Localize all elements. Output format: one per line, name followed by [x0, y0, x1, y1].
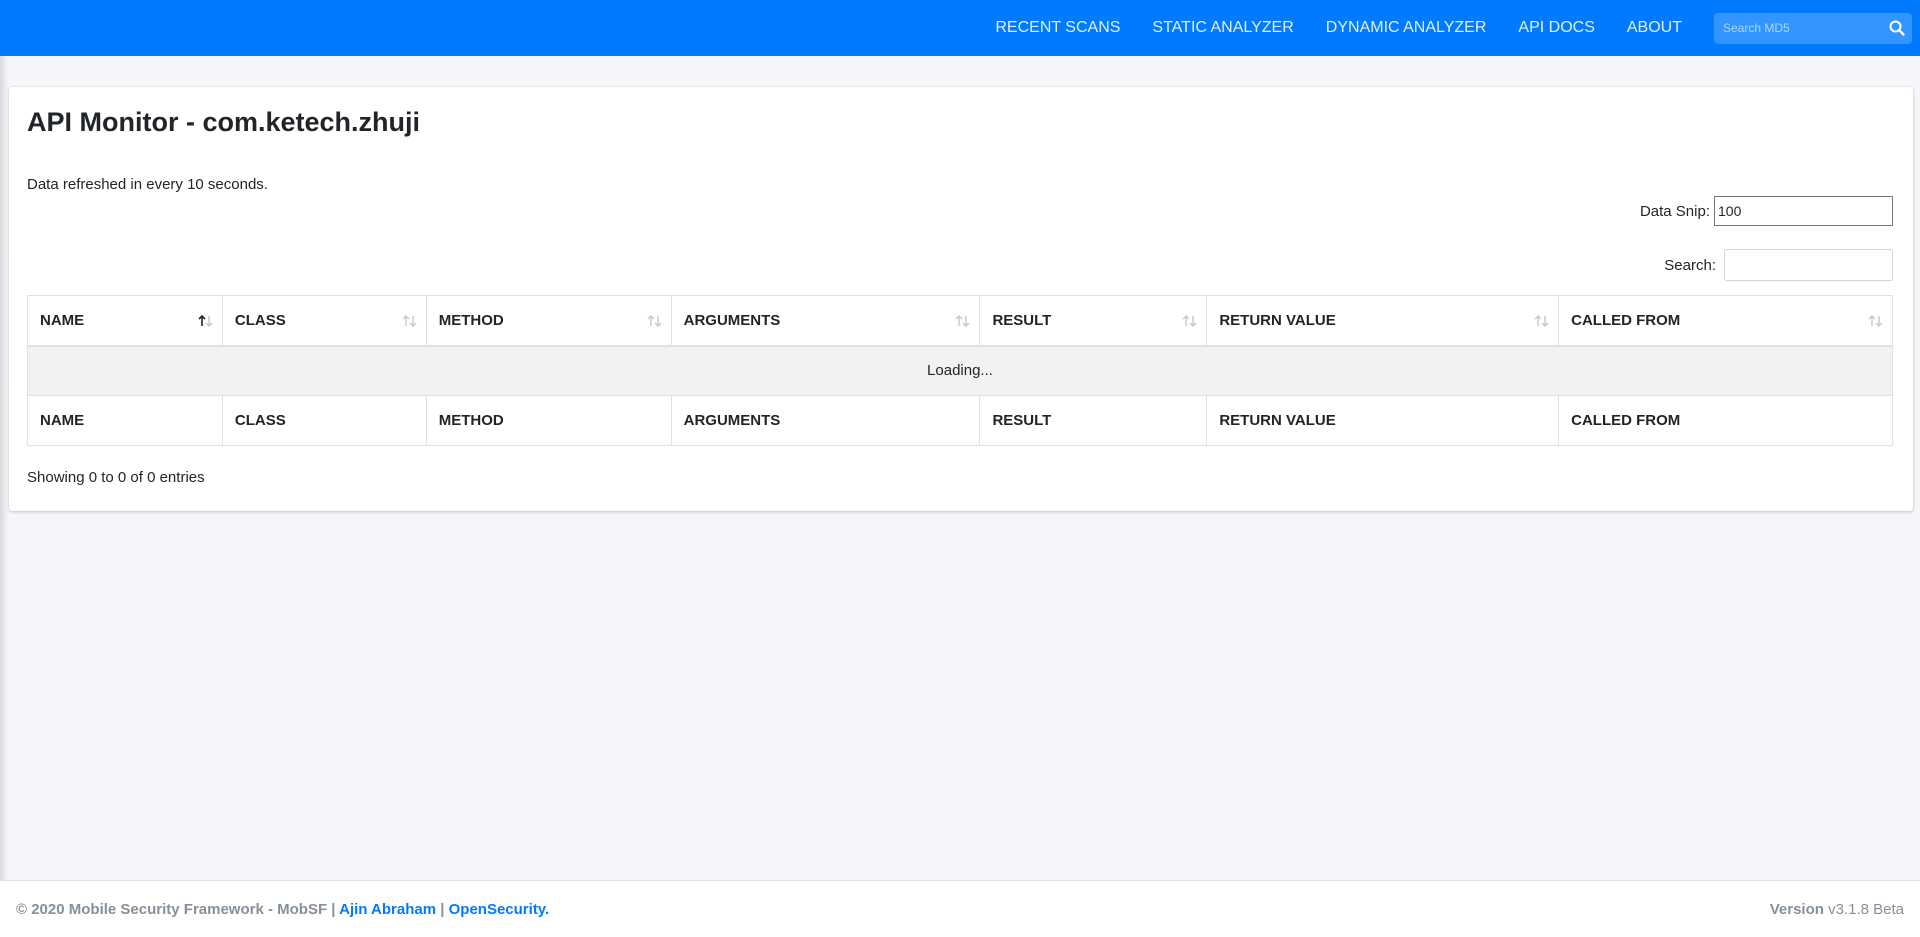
table-row: Loading... — [27, 345, 1893, 396]
table-search-control: Search: — [1664, 249, 1893, 281]
api-monitor-table: NAME CLASS METHOD ARGUMENTS RESULT RETUR… — [27, 295, 1893, 446]
footer-copyright: © 2020 Mobile Security Framework - MobSF… — [16, 901, 549, 918]
sort-icon — [647, 315, 662, 327]
sort-icon — [1868, 315, 1883, 327]
column-footer-return-value: RETURN VALUE — [1206, 395, 1560, 446]
footer-separator: | — [436, 900, 449, 918]
data-snip-label: Data Snip: — [1639, 202, 1710, 220]
column-header-name[interactable]: NAME — [27, 295, 223, 347]
version-info: Version v3.1.8 Beta — [1770, 901, 1904, 918]
left-sidebar-edge — [0, 0, 8, 937]
md5-search-box — [1714, 12, 1912, 44]
nav-api-docs[interactable]: API DOCS — [1502, 19, 1610, 37]
refresh-note: Data refreshed in every 10 seconds. — [27, 176, 268, 193]
table-header-row: NAME CLASS METHOD ARGUMENTS RESULT RETUR… — [27, 295, 1893, 347]
author-link[interactable]: Ajin Abraham — [339, 901, 436, 918]
sort-ascending-icon — [198, 314, 213, 327]
md5-search-input[interactable] — [1723, 21, 1883, 35]
version-value: v3.1.8 Beta — [1823, 900, 1904, 918]
page-title: API Monitor - com.ketech.zhuji — [27, 107, 420, 138]
sort-icon — [955, 315, 970, 327]
nav-dynamic-analyzer[interactable]: DYNAMIC ANALYZER — [1310, 19, 1503, 37]
data-snip-control: Data Snip: — [1640, 196, 1893, 226]
column-header-class[interactable]: CLASS — [221, 295, 427, 347]
table-search-input[interactable] — [1724, 249, 1893, 281]
table-footer-row: NAME CLASS METHOD ARGUMENTS RESULT RETUR… — [27, 395, 1893, 446]
column-header-method[interactable]: METHOD — [425, 295, 672, 347]
column-header-called-from[interactable]: CALLED FROM — [1558, 295, 1893, 347]
nav-about[interactable]: ABOUT — [1611, 19, 1698, 37]
column-footer-called-from: CALLED FROM — [1558, 395, 1893, 446]
page-title-main: API Monitor — [27, 107, 179, 137]
nav-recent-scans[interactable]: RECENT SCANS — [979, 19, 1136, 37]
api-monitor-card: API Monitor - com.ketech.zhuji Data refr… — [9, 87, 1913, 511]
sort-icon — [1182, 315, 1197, 327]
search-icon[interactable] — [1888, 19, 1906, 37]
column-footer-name: NAME — [27, 395, 223, 446]
column-header-result[interactable]: RESULT — [979, 295, 1208, 347]
column-header-return-value[interactable]: RETURN VALUE — [1206, 295, 1560, 347]
sort-icon — [402, 315, 417, 327]
column-footer-arguments: ARGUMENTS — [670, 395, 981, 446]
loading-indicator: Loading... — [27, 345, 1893, 396]
copyright-text: © 2020 Mobile Security Framework - MobSF… — [16, 900, 340, 918]
version-label: Version — [1769, 900, 1824, 918]
page-footer: © 2020 Mobile Security Framework - MobSF… — [0, 880, 1920, 937]
column-footer-result: RESULT — [979, 395, 1208, 446]
table-entries-info: Showing 0 to 0 of 0 entries — [27, 469, 205, 486]
opensecurity-link[interactable]: OpenSecurity. — [449, 901, 550, 918]
top-navbar: RECENT SCANS STATIC ANALYZER DYNAMIC ANA… — [0, 0, 1920, 56]
column-footer-method: METHOD — [425, 395, 672, 446]
column-footer-class: CLASS — [221, 395, 427, 446]
data-snip-input[interactable] — [1714, 196, 1893, 226]
page-title-package: - com.ketech.zhuji — [178, 107, 421, 137]
sort-icon — [1534, 315, 1549, 327]
column-header-arguments[interactable]: ARGUMENTS — [670, 295, 981, 347]
nav-static-analyzer[interactable]: STATIC ANALYZER — [1136, 19, 1309, 37]
table-search-label: Search: — [1664, 256, 1716, 274]
